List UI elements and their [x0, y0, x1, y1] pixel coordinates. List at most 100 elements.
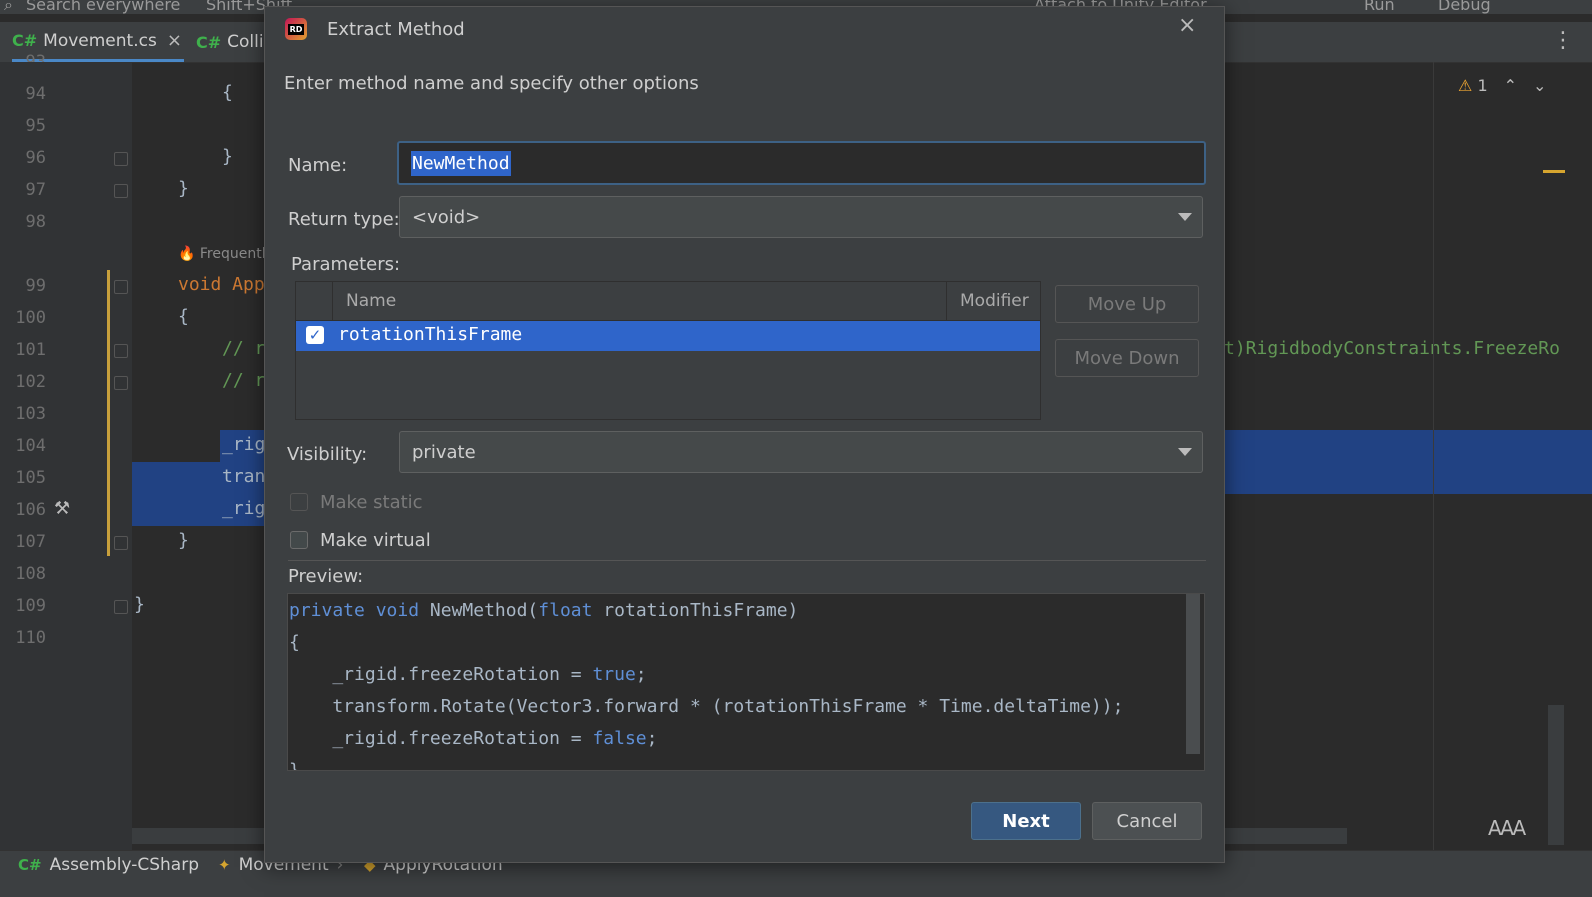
return-type-select[interactable]: <void> [399, 196, 1203, 238]
visibility-select[interactable]: private [399, 431, 1203, 473]
extract-method-dialog: RD Extract Method × Enter method name an… [264, 6, 1225, 863]
line-number[interactable]: 103 [0, 404, 46, 424]
line-number[interactable]: 104 [0, 436, 46, 456]
right-margin-guide [1433, 62, 1434, 850]
vcs-change-bar [107, 270, 110, 556]
line-number[interactable]: 98 [0, 212, 46, 232]
move-up-button[interactable]: Move Up [1055, 285, 1199, 323]
column-header-name[interactable]: Name [346, 291, 396, 311]
line-number[interactable]: 108 [0, 564, 46, 584]
method-name-value[interactable]: NewMethod [411, 150, 511, 176]
code-line[interactable]: } [178, 530, 189, 551]
fold-marker-icon[interactable] [114, 152, 128, 166]
code-line[interactable]: { [178, 306, 189, 327]
dialog-title: Extract Method [327, 19, 465, 40]
dialog-subtitle: Enter method name and specify other opti… [284, 73, 699, 94]
code-line[interactable]: void App [178, 274, 265, 295]
move-down-button[interactable]: Move Down [1055, 339, 1199, 377]
preview-line: transform.Rotate(Vector3.forward * (rota… [289, 696, 1124, 717]
fold-marker-icon[interactable] [114, 536, 128, 550]
preview-line: } [289, 760, 300, 771]
line-number[interactable]: 100 [0, 308, 46, 328]
line-number[interactable]: 94 [0, 84, 46, 104]
chevron-down-icon [1178, 213, 1192, 221]
line-number[interactable]: 107 [0, 532, 46, 552]
usage-hint[interactable]: 🔥 Frequently [178, 246, 274, 262]
line-number[interactable]: 93 [0, 52, 46, 62]
next-highlight-icon[interactable]: ⌄ [1533, 76, 1546, 95]
line-number[interactable]: 99 [0, 276, 46, 296]
fold-marker-icon[interactable] [114, 184, 128, 198]
method-name-field[interactable]: NewMethod [397, 141, 1206, 185]
warning-triangle-icon: ⚠ [1458, 76, 1473, 95]
line-number[interactable]: 106 [0, 500, 46, 520]
line-number[interactable]: 110 [0, 628, 46, 648]
csharp-project-icon: C# [18, 856, 42, 874]
rider-logo-icon: RD [285, 18, 307, 40]
column-header-modifier[interactable]: Modifier [960, 291, 1029, 311]
code-line[interactable]: // r [222, 370, 265, 391]
line-number[interactable]: 96 [0, 148, 46, 168]
make-static-checkbox[interactable] [290, 493, 308, 511]
line-number[interactable]: 105 [0, 468, 46, 488]
fold-marker-icon[interactable] [114, 600, 128, 614]
close-icon[interactable]: × [1178, 13, 1196, 38]
search-everywhere[interactable]: Search everywhere [26, 0, 180, 14]
warning-count: 1 [1477, 76, 1488, 95]
inspection-widget[interactable]: ⚠ 1 ⌃ ⌄ [1458, 76, 1546, 95]
fold-marker-icon[interactable] [114, 280, 128, 294]
code-line[interactable]: _rig [222, 498, 265, 519]
code-line[interactable]: _rig [222, 434, 265, 455]
fold-marker-icon[interactable] [114, 344, 128, 358]
fold-marker-icon[interactable] [114, 376, 128, 390]
chevron-down-icon [1178, 448, 1192, 456]
line-number[interactable]: 97 [0, 180, 46, 200]
divider [288, 560, 1206, 561]
code-line[interactable]: } [134, 594, 145, 615]
error-stripe-marker[interactable] [1543, 170, 1565, 173]
return-type-value: <void> [412, 206, 481, 228]
breadcrumb-project[interactable]: C# Assembly-CSharp [18, 855, 199, 875]
vertical-scrollbar[interactable] [1548, 705, 1564, 845]
code-line[interactable]: tran [222, 466, 265, 487]
cancel-button[interactable]: Cancel [1092, 802, 1202, 840]
line-number[interactable]: 102 [0, 372, 46, 392]
preview-label: Preview: [288, 566, 364, 587]
line-number[interactable]: 95 [0, 116, 46, 136]
line-number[interactable]: 101 [0, 340, 46, 360]
preview-line: _rigid.freezeRotation = false; [289, 728, 658, 749]
next-button[interactable]: Next [971, 802, 1081, 840]
reader-mode-icon[interactable]: AAA [1488, 816, 1526, 840]
make-virtual-label: Make virtual [320, 530, 431, 551]
selection-highlight [1224, 430, 1592, 494]
csharp-file-icon: C# [196, 32, 222, 52]
parameters-table[interactable]: Name Modifier ✓ rotationThisFrame [295, 281, 1041, 420]
make-static-label: Make static [320, 492, 423, 513]
class-icon: ✦ [218, 856, 231, 874]
preview-line: { [289, 632, 300, 653]
code-line[interactable]: { [222, 82, 233, 103]
run-button[interactable]: Run [1364, 0, 1395, 14]
code-fragment: t)RigidbodyConstraints.FreezeRo [1224, 338, 1560, 359]
hammer-icon[interactable]: ⚒ [54, 498, 70, 519]
line-number[interactable]: 109 [0, 596, 46, 616]
previous-highlight-icon[interactable]: ⌃ [1504, 76, 1517, 95]
more-options-icon[interactable]: ⋮ [1552, 28, 1574, 53]
preview-pane[interactable]: private void NewMethod(float rotationThi… [287, 593, 1205, 771]
search-icon[interactable]: ⌕ [4, 0, 13, 14]
close-tab-icon[interactable]: × [167, 30, 182, 51]
preview-line: _rigid.freezeRotation = true; [289, 664, 647, 685]
tab-label: Movement.cs [43, 30, 157, 51]
make-virtual-checkbox[interactable] [290, 531, 308, 549]
preview-scrollbar[interactable] [1186, 594, 1200, 754]
tab-collis[interactable]: C# Collis [196, 22, 272, 62]
code-line[interactable]: } [178, 178, 189, 199]
visibility-label: Visibility: [287, 444, 368, 465]
debug-button[interactable]: Debug [1438, 0, 1491, 14]
preview-line: private void NewMethod(float rotationThi… [289, 600, 799, 621]
code-line[interactable]: // r [222, 338, 265, 359]
name-label: Name: [288, 155, 348, 176]
code-line[interactable]: } [222, 146, 233, 167]
table-row[interactable]: ✓ rotationThisFrame [296, 321, 1040, 351]
parameter-checkbox[interactable]: ✓ [306, 326, 324, 344]
